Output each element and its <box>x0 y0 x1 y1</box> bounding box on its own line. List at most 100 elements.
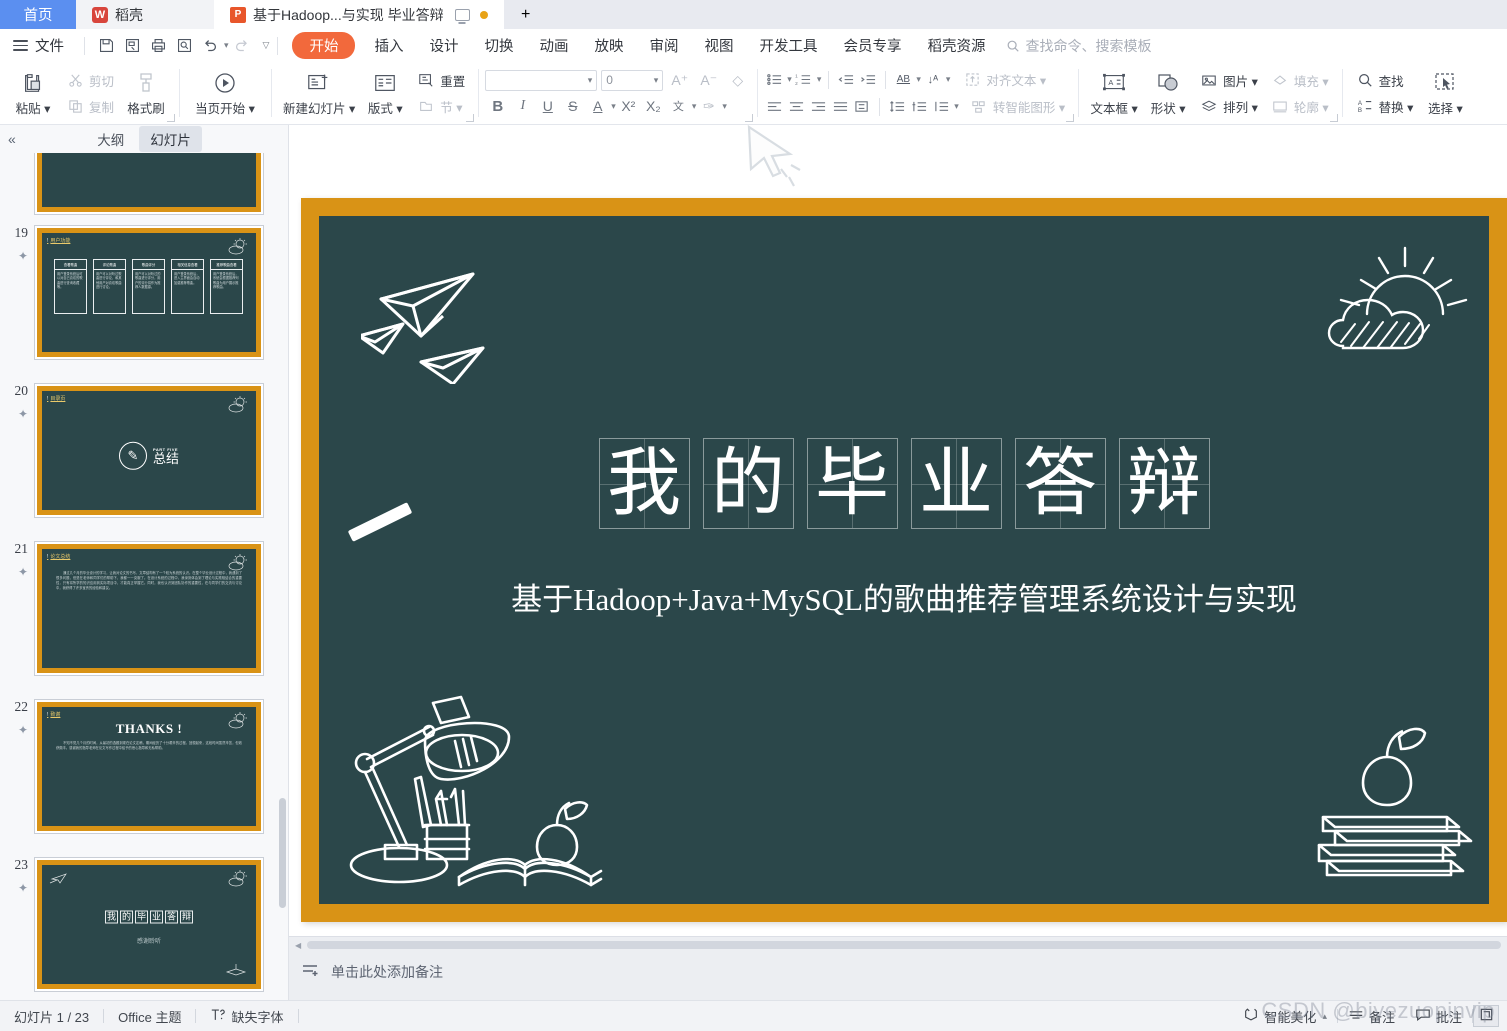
menu-item-developer[interactable]: 开发工具 <box>746 32 830 59</box>
thumbnail-frame[interactable]: 用户功能 查看歌曲用户登录系统后可以对自己喜欢的歌曲进行查询收藏等。 评论歌曲用… <box>34 225 264 360</box>
tab-home[interactable]: 首页 <box>0 0 76 29</box>
slide-thumbnail-list[interactable]: 19 ✦ 用户功能 <box>0 153 288 1000</box>
theme-name[interactable]: Office 主题 <box>104 1007 195 1026</box>
thumbnail-slide-18[interactable] <box>0 153 288 215</box>
font-name-dropdown-icon[interactable]: ▾ <box>588 75 593 86</box>
fill-button[interactable]: 填充 ▾ <box>1264 68 1335 92</box>
character-spacing-icon[interactable]: ↓ᴬ <box>923 70 943 90</box>
textbox-button[interactable]: A 文本框 ▾ <box>1085 68 1143 119</box>
reset-button[interactable]: 重置 <box>410 68 471 92</box>
fit-page-button[interactable] <box>1473 1005 1499 1027</box>
replace-button[interactable]: A B 替换 ▾ <box>1349 94 1420 118</box>
panel-scrollbar[interactable] <box>279 798 286 908</box>
print-icon[interactable] <box>145 35 171 57</box>
menu-item-start[interactable]: 开始 <box>292 32 356 59</box>
save-as-icon[interactable] <box>119 35 145 57</box>
menu-item-transition[interactable]: 切换 <box>471 32 526 59</box>
copy-button[interactable]: 复制 <box>59 94 120 118</box>
thumbnail-slide-19[interactable]: 19 ✦ 用户功能 <box>0 225 288 360</box>
collapse-notes-icon[interactable]: ◀ <box>295 941 301 950</box>
thumbnail-slide-23[interactable]: 23 ✦ 我 的 毕 业 答 辩 感谢聆听 <box>0 857 288 992</box>
missing-font-button[interactable]: 缺失字体 <box>196 1007 297 1026</box>
increase-font-size-button[interactable]: A⁺ <box>667 69 692 92</box>
file-menu-button[interactable]: 文件 <box>0 35 76 56</box>
align-center-icon[interactable] <box>786 97 806 117</box>
new-tab-button[interactable]: + <box>504 0 548 29</box>
layout-button[interactable]: 版式 ▾ <box>360 68 410 119</box>
thumbnail-frame[interactable]: 我 的 毕 业 答 辩 感谢聆听 <box>34 857 264 992</box>
paste-button[interactable]: 粘贴 ▾ <box>7 68 59 119</box>
menu-item-design[interactable]: 设计 <box>416 32 471 59</box>
italic-button[interactable]: I <box>510 95 535 118</box>
start-from-current-button[interactable]: 当页开始 ▾ <box>186 68 264 119</box>
character-spacing-dropdown-icon[interactable]: ▾ <box>946 74 951 85</box>
decrease-font-size-button[interactable]: A⁻ <box>696 69 721 92</box>
bullets-icon[interactable] <box>764 70 784 90</box>
outline-button[interactable]: 轮廓 ▾ <box>1264 94 1335 118</box>
font-size-dropdown-icon[interactable]: ▾ <box>654 75 659 86</box>
thumbnail-frame[interactable]: 论文总结 通过几个月的毕业设计的学习，让我对论文的书写、文章结构有了一个较为系统… <box>34 541 264 676</box>
notes-pane[interactable]: ◀ 单击此处添加备注 <box>289 936 1507 1000</box>
align-text-button[interactable]: 对齐文本 ▾ <box>952 68 1052 92</box>
panel-tab-slides[interactable]: 幻灯片 <box>139 126 202 152</box>
menu-item-member[interactable]: 会员专享 <box>830 32 914 59</box>
text-direction-icon[interactable]: AB <box>893 70 913 90</box>
beautify-button[interactable]: 智能美化 ▴ <box>1233 1007 1337 1026</box>
subscript-button[interactable]: X₂ <box>641 95 666 118</box>
column-spacing-dropdown-icon[interactable]: ▾ <box>954 101 959 112</box>
font-color-button[interactable]: A <box>585 95 610 118</box>
clipboard-dialog-launcher[interactable] <box>167 114 176 122</box>
menu-item-docer-resource[interactable]: 稻壳资源 <box>914 32 998 59</box>
comments-button[interactable]: 批注 <box>1405 1007 1472 1026</box>
line-spacing-icon[interactable] <box>887 97 907 117</box>
undo-icon[interactable] <box>197 35 223 57</box>
decrease-indent-icon[interactable] <box>836 70 856 90</box>
menu-item-review[interactable]: 审阅 <box>636 32 691 59</box>
chevron-up-icon[interactable]: ▴ <box>1322 1011 1327 1022</box>
bullets-dropdown-icon[interactable]: ▾ <box>787 74 792 85</box>
thumbnail-frame[interactable]: 致谢 THANKS ! 不知不觉几个月的时间，从最初的选题到现在论文定稿，期间经… <box>34 699 264 834</box>
slide-title[interactable]: 我 的 毕 业 答 辩 <box>319 438 1489 529</box>
print-preview-icon[interactable] <box>171 35 197 57</box>
column-spacing-icon[interactable] <box>931 97 951 117</box>
slide-subtitle[interactable]: 基于Hadoop+Java+MySQL的歌曲推荐管理系统设计与实现 <box>449 581 1359 620</box>
distribute-icon[interactable] <box>852 97 872 117</box>
current-slide-canvas[interactable]: 我 的 毕 业 答 辩 基于Hadoop+Java+MySQL的歌曲推荐管理系统… <box>301 198 1507 922</box>
new-slide-button[interactable]: 新建幻灯片 ▾ <box>278 68 360 119</box>
thumbnail-frame[interactable]: 目录页 ✎ PART FIVE <box>34 383 264 518</box>
underline-button[interactable]: U <box>535 95 560 118</box>
thumbnail-slide-22[interactable]: 22 ✦ 致谢 THANKS ! <box>0 699 288 834</box>
picture-button[interactable]: 图片 ▾ <box>1193 68 1264 92</box>
drawing-dialog-launcher[interactable] <box>1329 114 1338 122</box>
section-button[interactable]: 节 ▾ <box>410 94 471 118</box>
horizontal-scrollbar[interactable] <box>307 941 1501 949</box>
panel-tab-outline[interactable]: 大纲 <box>86 126 135 152</box>
menu-item-slideshow[interactable]: 放映 <box>581 32 636 59</box>
save-icon[interactable] <box>93 35 119 57</box>
menu-item-view[interactable]: 视图 <box>691 32 746 59</box>
convert-to-smartart-button[interactable]: 转智能图形 ▾ <box>961 95 1071 119</box>
menu-item-animation[interactable]: 动画 <box>526 32 581 59</box>
arrange-button[interactable]: 排列 ▾ <box>1193 94 1264 118</box>
bold-button[interactable]: B <box>485 95 510 118</box>
cut-button[interactable]: 剪切 <box>59 68 120 92</box>
format-painter-button[interactable]: 格式刷 <box>120 68 172 119</box>
phonetic-guide-icon[interactable]: 文 <box>666 95 691 118</box>
tab-document[interactable]: P 基于Hadoop...与实现 毕业答辩 <box>214 0 504 29</box>
font-size-input[interactable]: 0 ▾ <box>601 69 664 91</box>
command-search[interactable]: 查找命令、搜索模板 <box>1006 36 1151 56</box>
tab-docer[interactable]: W 稻壳 <box>76 0 214 29</box>
thumbnail-slide-20[interactable]: 20 ✦ 目录页 <box>0 383 288 518</box>
increase-indent-icon[interactable] <box>858 70 878 90</box>
numbering-dropdown-icon[interactable]: ▾ <box>817 74 822 85</box>
font-name-input[interactable]: ▾ <box>485 69 598 91</box>
justify-icon[interactable] <box>830 97 850 117</box>
collapse-left-icon[interactable]: « <box>8 131 16 147</box>
numbering-icon[interactable]: 1 2 <box>794 70 814 90</box>
highlight-dropdown-icon[interactable]: ▾ <box>722 101 727 112</box>
shapes-button[interactable]: 形状 ▾ <box>1143 68 1193 119</box>
strikethrough-button[interactable]: S <box>560 95 585 118</box>
superscript-button[interactable]: X² <box>616 95 641 118</box>
align-right-icon[interactable] <box>808 97 828 117</box>
text-highlight-icon[interactable]: ✑ <box>696 95 721 118</box>
